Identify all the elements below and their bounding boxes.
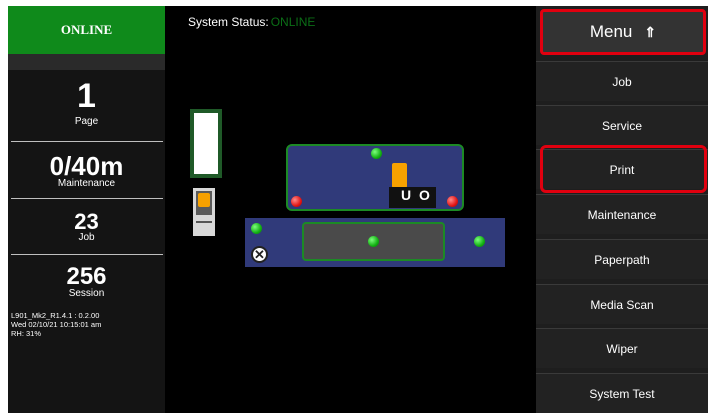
menu-item-job[interactable]: Job xyxy=(536,61,708,101)
wiper-symbol: O xyxy=(419,187,430,203)
menu-toggle-button[interactable]: Menu ⇑ xyxy=(540,9,706,55)
page-count-label: Page xyxy=(74,116,99,127)
printhead-cartridge-icon xyxy=(392,163,407,188)
sensor-indicator-green xyxy=(371,148,382,159)
left-panel-strip xyxy=(8,54,165,70)
job-count-label: Job xyxy=(78,232,95,243)
menu-item-service[interactable]: Service xyxy=(536,105,708,145)
session-count-value: 256 xyxy=(66,263,107,290)
divider xyxy=(11,141,163,142)
menu-label: Menu xyxy=(589,22,633,41)
printer-control-screen: ONLINE 1 Page 0/40m Maintenance 23 Job 2… xyxy=(8,6,708,413)
date-time: Wed 02/10/21 10:15:01 am xyxy=(11,320,102,329)
divider xyxy=(11,198,163,199)
menu-item-paperpath[interactable]: Paperpath xyxy=(536,239,708,279)
system-status: System Status: ONLINE xyxy=(188,15,315,29)
relative-humidity: RH: 31% xyxy=(11,329,42,338)
maintenance-value: 0/40m xyxy=(49,151,124,181)
menu-item-wiper[interactable]: Wiper xyxy=(536,328,708,368)
sensor-indicator-green xyxy=(251,223,262,234)
system-info: L901_Mk2_R1.4.1 : 0.2.00 Wed 02/10/21 10… xyxy=(11,311,101,338)
session-count-label: Session xyxy=(68,288,105,299)
double-up-arrow-icon: ⇑ xyxy=(644,23,657,40)
print-highlight-box xyxy=(540,145,707,193)
sensor-indicator-green xyxy=(474,236,485,247)
sensor-indicator-red xyxy=(291,196,302,207)
menu-item-system-test[interactable]: System Test xyxy=(536,373,708,413)
page-count-value: 1 xyxy=(77,77,96,115)
sensor-indicator-green xyxy=(368,236,379,247)
maintenance-label: Maintenance xyxy=(57,178,116,189)
job-counter: 23 Job xyxy=(8,211,165,243)
system-status-value: ONLINE xyxy=(270,15,316,29)
maintenance-counter: 0/40m Maintenance xyxy=(8,153,165,189)
capping-symbol: U xyxy=(401,187,412,203)
printhead-unit: U O xyxy=(389,163,436,208)
divider xyxy=(11,254,163,255)
menu-item-maintenance[interactable]: Maintenance xyxy=(536,194,708,234)
menu-item-media-scan[interactable]: Media Scan xyxy=(536,284,708,324)
job-count-value: 23 xyxy=(74,209,99,234)
firmware-version: L901_Mk2_R1.4.1 : 0.2.00 xyxy=(11,311,100,320)
ink-cartridge-icon xyxy=(193,188,215,236)
paper-media-slot xyxy=(190,109,222,178)
left-status-panel: ONLINE 1 Page 0/40m Maintenance 23 Job 2… xyxy=(8,6,165,413)
page-counter: 1 Page xyxy=(8,79,165,127)
sensor-indicator-red xyxy=(447,196,458,207)
session-counter: 256 Session xyxy=(8,265,165,299)
online-badge: ONLINE xyxy=(8,6,165,54)
lamp-indicator-icon: ✕ xyxy=(251,246,268,263)
system-status-label: System Status: xyxy=(188,15,269,29)
